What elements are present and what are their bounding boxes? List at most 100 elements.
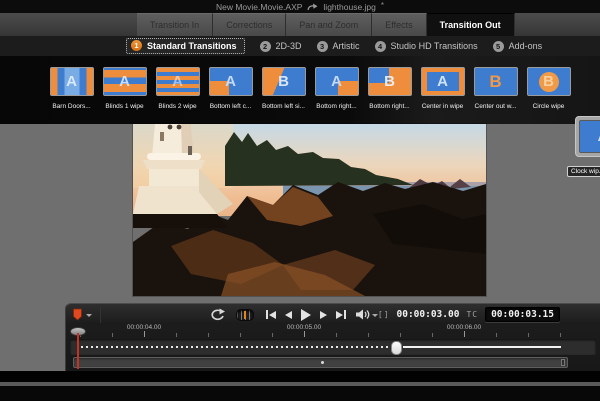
video-editor-window: New Movie.Movie.AXP lighthouse.jpg * Tra… — [0, 0, 600, 401]
file-name: lighthouse.jpg — [323, 2, 375, 12]
transition-strip: A Barn Doors... A Blinds 1 wipe A Blinds… — [0, 56, 600, 124]
transition-thumbnail: A — [579, 120, 600, 153]
category-number-badge: 3 — [317, 41, 328, 52]
ruler-tick — [528, 333, 529, 337]
timecode-readouts: [] 00:00:03.00 TC 00:00:03.15 — [378, 307, 560, 322]
ruler-tick — [336, 333, 337, 337]
solid-progress-line — [403, 346, 561, 348]
lighthouse-photo — [133, 124, 486, 296]
marker-button[interactable] — [72, 307, 101, 323]
ruler-label: 00:00:06.00 — [447, 324, 481, 331]
playhead-line — [77, 333, 79, 369]
transition-thumbnail: A — [209, 67, 253, 96]
ruler-tick — [144, 331, 145, 337]
bottom-bar-upper — [0, 371, 600, 382]
scrollbar-center-mark — [321, 361, 324, 364]
ruler-label: 00:00:05.00 — [287, 324, 321, 331]
transition-center-in-wipe[interactable]: A Center in wipe — [416, 56, 469, 110]
ruler-tick — [240, 333, 241, 337]
transition-thumbnail: A — [315, 67, 359, 96]
redo-arrow-icon — [307, 3, 318, 11]
scrollbar-end-cap — [561, 359, 565, 366]
category-number-badge: 1 — [131, 40, 142, 51]
category-bar: 1 Standard Transitions 2 2D-3D 3 Artisti… — [0, 36, 600, 56]
duration-bracket-icon: [] — [378, 310, 390, 319]
jog-center-mark — [244, 311, 246, 319]
category-studio-hd-transitions[interactable]: 4 Studio HD Transitions — [375, 41, 478, 52]
transition-thumbnail: B — [368, 67, 412, 96]
transition-bottom-right-corner[interactable]: A Bottom right... — [310, 56, 363, 110]
modified-asterisk: * — [381, 1, 384, 10]
marker-flag-icon — [72, 308, 83, 321]
jog-shuttle-slider[interactable] — [236, 309, 254, 321]
transition-center-out-wipe[interactable]: B Center out w... — [469, 56, 522, 110]
transition-circle-wipe[interactable]: B Circle wipe — [522, 56, 575, 110]
step-forward-button[interactable] — [320, 311, 327, 319]
ruler-tick — [176, 333, 177, 337]
category-add-ons[interactable]: 5 Add-ons — [493, 41, 543, 52]
volume-icon — [356, 309, 370, 320]
transition-blinds-1-wipe[interactable]: A Blinds 1 wipe — [98, 56, 151, 110]
chevron-down-icon — [86, 314, 92, 320]
ruler-tick — [112, 333, 113, 337]
transition-duration-track[interactable] — [70, 339, 596, 355]
tab-pan-and-zoom[interactable]: Pan and Zoom — [286, 13, 372, 36]
transport-panel: [] 00:00:03.00 TC 00:00:03.15 00:00:04.0… — [65, 303, 600, 371]
category-number-badge: 4 — [375, 41, 386, 52]
transition-blinds-2-wipe[interactable]: A Blinds 2 wipe — [151, 56, 204, 110]
transition-thumbnail: B — [262, 67, 306, 96]
ruler-tick — [560, 333, 561, 337]
go-to-end-button[interactable] — [336, 310, 346, 319]
tab-transition-out[interactable]: Transition Out — [427, 13, 515, 36]
project-name: New Movie.Movie.AXP — [216, 2, 302, 12]
timecode-readout[interactable]: 00:00:03.15 — [485, 307, 560, 322]
transition-thumbnail: A — [103, 67, 147, 96]
ruler-tick — [400, 333, 401, 337]
timeline-scrollbar[interactable] — [73, 357, 568, 368]
tab-bar: Transition In Corrections Pan and Zoom E… — [0, 13, 600, 36]
category-number-badge: 5 — [493, 41, 504, 52]
ruler-tick — [272, 333, 273, 337]
play-button[interactable] — [301, 309, 311, 321]
tab-transition-in[interactable]: Transition In — [137, 13, 213, 36]
transition-bottom-left-side[interactable]: B Bottom left si... — [257, 56, 310, 110]
dotted-progress-line — [81, 346, 393, 348]
transition-thumbnail: A — [50, 67, 94, 96]
tab-corrections[interactable]: Corrections — [213, 13, 286, 36]
transition-thumbnail: A — [421, 67, 465, 96]
ruler-tick — [304, 331, 305, 337]
timeline-ruler[interactable]: 00:00:04.00 00:00:05.00 00:00:06.00 — [66, 323, 600, 339]
ruler-tick — [496, 333, 497, 337]
ruler-tick — [208, 333, 209, 337]
transition-bottom-right-side[interactable]: B Bottom right... — [363, 56, 416, 110]
ruler-tick — [464, 331, 465, 337]
loop-playback-icon — [208, 308, 226, 321]
transport-buttons — [266, 309, 346, 321]
ruler-label: 00:00:04.00 — [127, 324, 161, 331]
transition-thumbnail: B — [474, 67, 518, 96]
ruler-tick — [368, 333, 369, 337]
category-number-badge: 2 — [260, 41, 271, 52]
transition-clock-wipe-hovered[interactable]: A Clock wip... — [575, 116, 600, 157]
title-bar: New Movie.Movie.AXP lighthouse.jpg * — [0, 0, 600, 13]
loop-playback-button[interactable] — [208, 308, 226, 321]
category-artistic[interactable]: 3 Artistic — [317, 41, 360, 52]
transport-controls-row: [] 00:00:03.00 TC 00:00:03.15 — [66, 304, 600, 325]
duration-readout: 00:00:03.00 — [397, 309, 460, 320]
transition-bottom-left-corner[interactable]: A Bottom left c... — [204, 56, 257, 110]
duration-slider-handle[interactable] — [391, 341, 402, 355]
category-2d-3d[interactable]: 2 2D-3D — [260, 41, 302, 52]
go-to-start-button[interactable] — [266, 310, 276, 319]
step-back-button[interactable] — [285, 311, 292, 319]
tab-effects[interactable]: Effects — [372, 13, 426, 36]
bottom-bar-lower — [0, 386, 600, 401]
transition-thumbnail: A — [156, 67, 200, 96]
transition-hover-tooltip: Clock wip... — [567, 166, 600, 177]
tc-label: TC — [466, 310, 478, 319]
preview-image-lighthouse — [133, 124, 486, 296]
transition-thumbnail: B — [527, 67, 571, 96]
category-standard-transitions[interactable]: 1 Standard Transitions — [126, 38, 245, 54]
volume-button[interactable] — [356, 309, 378, 320]
ruler-tick — [432, 333, 433, 337]
transition-barn-doors[interactable]: A Barn Doors... — [45, 56, 98, 110]
